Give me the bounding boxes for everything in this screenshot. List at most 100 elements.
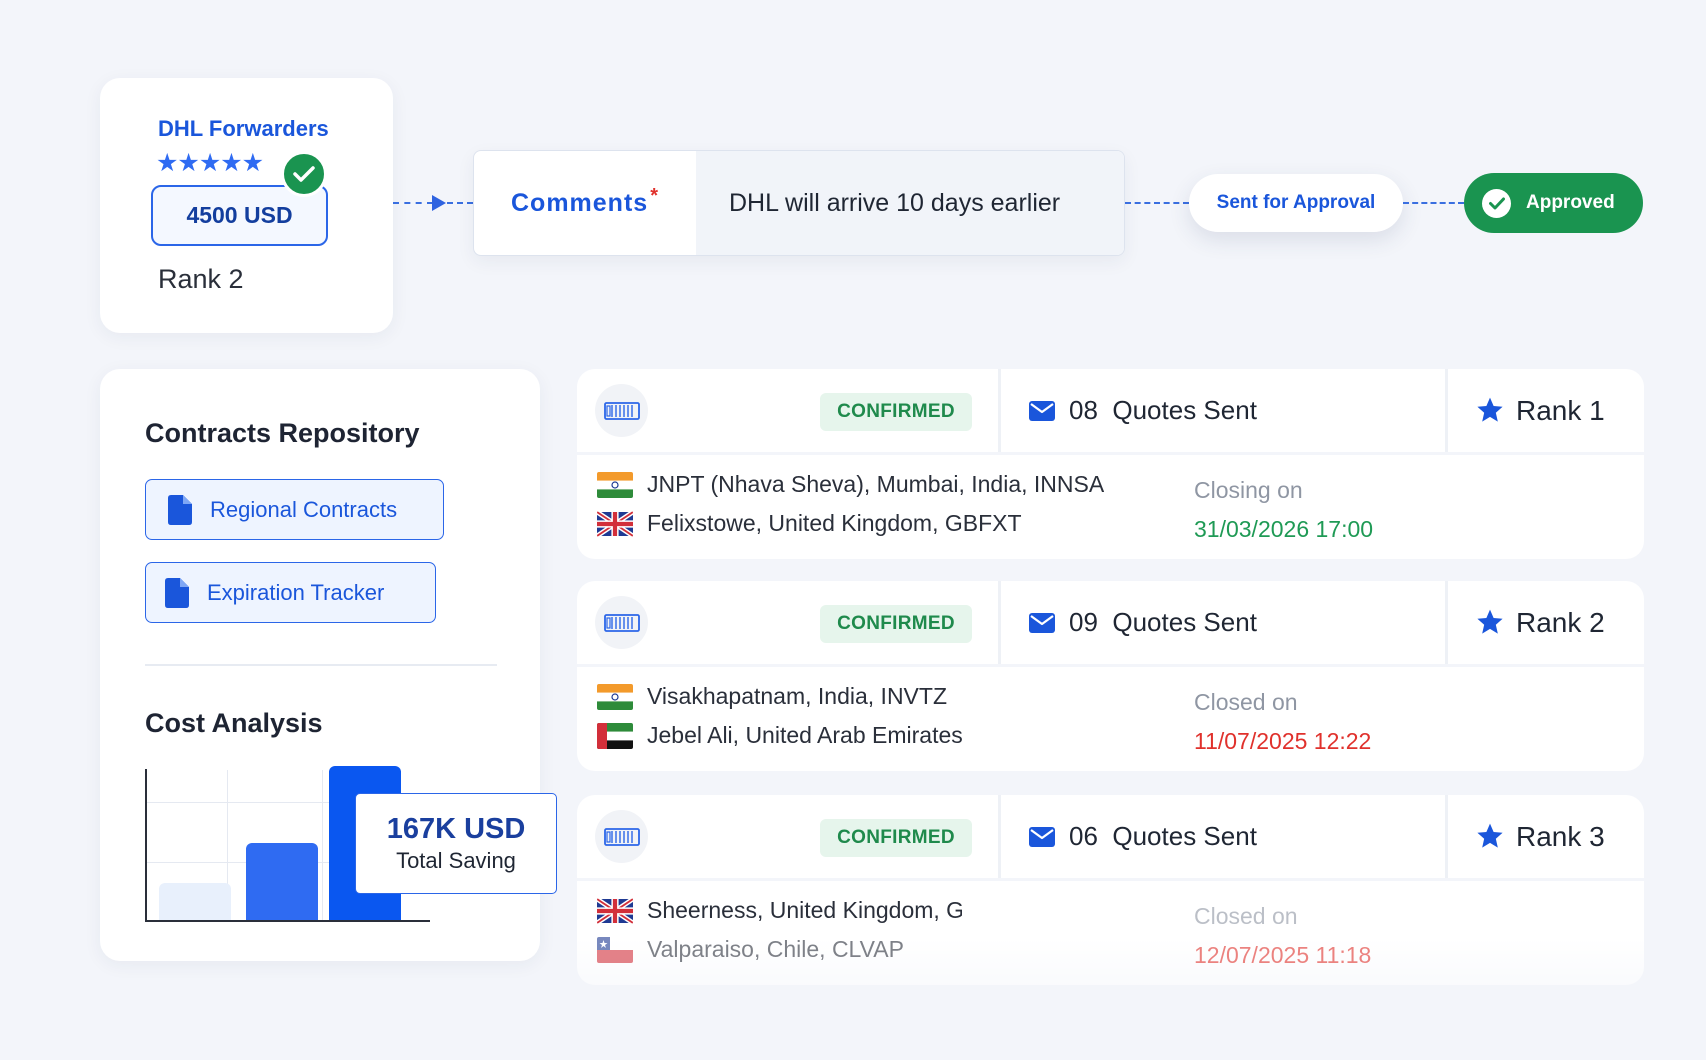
star-icon [1477, 609, 1503, 634]
saving-label: Total Saving [396, 848, 516, 873]
comments-value[interactable]: DHL will arrive 10 days earlier [696, 151, 1124, 255]
sent-for-approval-status[interactable]: Sent for Approval [1189, 174, 1403, 232]
comments-label: Comments * [474, 151, 696, 255]
chart-bar [246, 843, 318, 920]
shipment-rank: Rank 1 [1516, 394, 1605, 426]
quotes-count: 06 [1069, 821, 1098, 851]
shipment-rank: Rank 2 [1516, 606, 1605, 638]
vendor-card[interactable]: DHL Forwarders ★★★★★ 4500 USD Rank 2 [100, 78, 393, 333]
document-icon [168, 494, 192, 525]
section-divider [145, 664, 497, 666]
repository-title: Contracts Repository [145, 418, 420, 448]
expiration-tracker-label: Expiration Tracker [207, 579, 385, 605]
destination-port: Felixstowe, United Kingdom, GBFXT [597, 510, 1022, 537]
expiration-tracker-button[interactable]: Expiration Tracker [145, 562, 436, 623]
approved-status[interactable]: Approved [1464, 173, 1643, 233]
mail-icon [1029, 612, 1055, 633]
flow-arrow-icon [432, 195, 446, 211]
shipment-card[interactable]: CONFIRMED 06 Quotes Sent Rank 3 Sheernes… [577, 795, 1644, 985]
closing-label: Closed on [1194, 903, 1298, 929]
shipment-route: Visakhapatnam, India, INVTZ Jebel Ali, U… [577, 667, 1644, 771]
shipment-header: CONFIRMED 09 Quotes Sent Rank 2 [577, 581, 1644, 664]
star-icon [1477, 823, 1503, 848]
shipment-status-cell: CONFIRMED [577, 581, 998, 664]
origin-port: JNPT (Nhava Sheva), Mumbai, India, INNSA [597, 471, 1104, 498]
mail-icon [1029, 400, 1055, 421]
quotes-count: 09 [1069, 607, 1098, 637]
shipment-route: Sheerness, United Kingdom, G Valparaiso,… [577, 881, 1644, 985]
flow-connector [393, 202, 433, 204]
destination-port: Valparaiso, Chile, CLVAP [597, 936, 904, 963]
status-badge: CONFIRMED [820, 819, 972, 857]
origin-port-name: Visakhapatnam, India, INVTZ [647, 683, 947, 709]
origin-port-name: Sheerness, United Kingdom, G [647, 897, 962, 923]
shipment-status-cell: CONFIRMED [577, 369, 998, 452]
origin-port: Visakhapatnam, India, INVTZ [597, 683, 947, 710]
closing-date: 11/07/2025 12:22 [1194, 728, 1372, 754]
approved-check-icon [1482, 188, 1511, 218]
star-icon [1477, 397, 1503, 422]
mail-icon [1029, 826, 1055, 847]
uk-flag-icon [597, 510, 633, 537]
india-flag-icon [597, 471, 633, 498]
origin-port: Sheerness, United Kingdom, G [597, 897, 962, 924]
closing-label: Closing on [1194, 477, 1303, 503]
uae-flag-icon [597, 722, 633, 749]
flow-connector [447, 202, 473, 204]
uk-flag-icon [597, 897, 633, 924]
quotes-label: Quotes Sent [1112, 821, 1257, 851]
shipment-card[interactable]: CONFIRMED 08 Quotes Sent Rank 1 JNPT (Nh… [577, 369, 1644, 559]
shipment-status-cell: CONFIRMED [577, 795, 998, 878]
document-icon [165, 577, 189, 608]
chart-gridline [322, 770, 323, 922]
container-icon [595, 384, 648, 437]
status-badge: CONFIRMED [820, 605, 972, 643]
quotes-sent-cell: 06 Quotes Sent [998, 795, 1445, 878]
selected-check-icon [281, 151, 327, 197]
status-badge: CONFIRMED [820, 393, 972, 431]
quotes-count: 08 [1069, 395, 1098, 425]
rating-stars-icon: ★★★★★ [156, 149, 264, 177]
india-flag-icon [597, 683, 633, 710]
closing-label: Closed on [1194, 689, 1298, 715]
flow-connector [1403, 202, 1464, 204]
comments-label-text: Comments [511, 188, 649, 217]
regional-contracts-button[interactable]: Regional Contracts [145, 479, 444, 540]
chart-bar [159, 883, 231, 920]
regional-contracts-label: Regional Contracts [210, 496, 398, 522]
shipment-rank: Rank 3 [1516, 820, 1605, 852]
vendor-rank: Rank 2 [158, 264, 244, 294]
closing-date: 12/07/2025 11:18 [1194, 942, 1372, 968]
shipment-route: JNPT (Nhava Sheva), Mumbai, India, INNSA… [577, 455, 1644, 559]
vendor-name: DHL Forwarders [158, 116, 329, 141]
comments-field[interactable]: Comments * DHL will arrive 10 days earlie… [473, 150, 1125, 256]
rank-cell: Rank 1 [1445, 369, 1644, 452]
destination-port: Jebel Ali, United Arab Emirates [597, 722, 962, 749]
shipment-header: CONFIRMED 08 Quotes Sent Rank 1 [577, 369, 1644, 452]
container-icon [595, 810, 648, 863]
origin-port-name: JNPT (Nhava Sheva), Mumbai, India, INNSA [647, 471, 1105, 497]
shipment-header: CONFIRMED 06 Quotes Sent Rank 3 [577, 795, 1644, 878]
total-saving-callout: 167K USD Total Saving [355, 793, 557, 894]
quotes-label: Quotes Sent [1112, 607, 1257, 637]
destination-port-name: Felixstowe, United Kingdom, GBFXT [647, 510, 1022, 536]
chile-flag-icon [597, 936, 633, 963]
rank-cell: Rank 3 [1445, 795, 1644, 878]
quotes-sent-cell: 08 Quotes Sent [998, 369, 1445, 452]
saving-amount: 167K USD [386, 813, 526, 845]
required-mark: * [650, 185, 659, 207]
cost-analysis-title: Cost Analysis [145, 708, 323, 738]
shipment-card[interactable]: CONFIRMED 09 Quotes Sent Rank 2 Visakhap… [577, 581, 1644, 771]
flow-connector [1125, 202, 1189, 204]
quotes-sent-cell: 09 Quotes Sent [998, 581, 1445, 664]
destination-port-name: Valparaiso, Chile, CLVAP [647, 936, 904, 962]
contracts-repository-panel: Contracts Repository Regional Contracts … [100, 369, 557, 961]
container-icon [595, 596, 648, 649]
destination-port-name: Jebel Ali, United Arab Emirates [647, 722, 962, 748]
rank-cell: Rank 2 [1445, 581, 1644, 664]
approved-label: Approved [1526, 192, 1615, 213]
chart-y-axis [145, 769, 147, 922]
closing-date: 31/03/2026 17:00 [1194, 516, 1374, 542]
chart-x-axis [145, 920, 430, 922]
quotes-label: Quotes Sent [1112, 395, 1257, 425]
